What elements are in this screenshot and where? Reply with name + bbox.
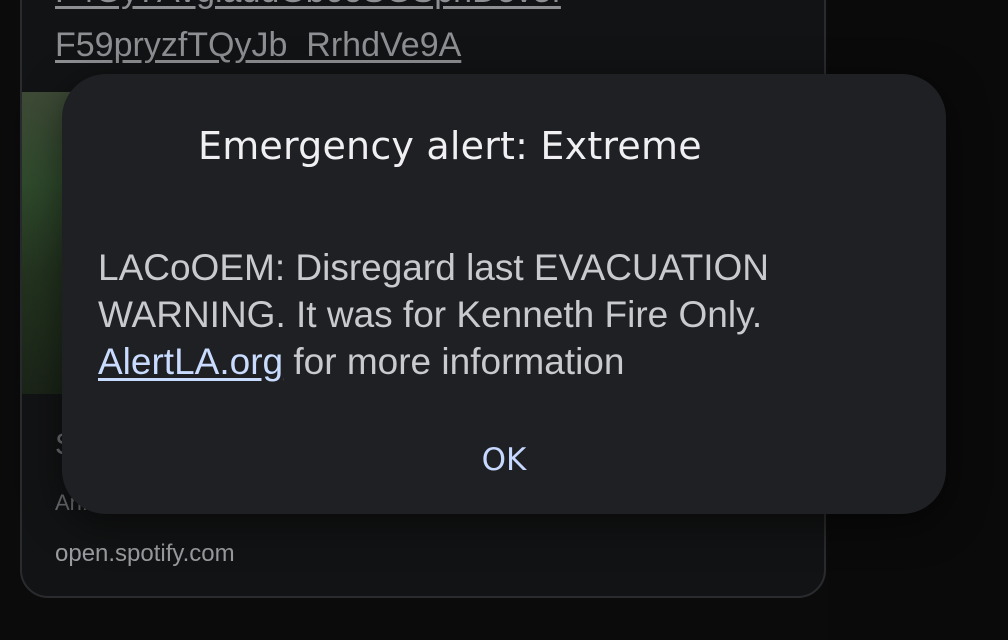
- ok-button[interactable]: OK: [452, 430, 556, 490]
- preview-domain: open.spotify.com: [55, 540, 235, 567]
- message-link-line-2[interactable]: F59pryzfTQyJb_RrhdVe9A: [55, 26, 461, 65]
- dialog-title: Emergency alert: Extreme: [198, 124, 702, 168]
- emergency-alert-dialog: Emergency alert: Extreme LACoOEM: Disreg…: [62, 74, 946, 514]
- alert-message-suffix: for more information: [283, 341, 625, 382]
- message-link-line-1[interactable]: F4Gy7AvgladdGb6oSGSphDev8f: [55, 0, 561, 11]
- dialog-message: LACoOEM: Disregard last EVACUATION WARNI…: [98, 244, 878, 385]
- alertla-link[interactable]: AlertLA.org: [98, 341, 283, 382]
- alert-message-text: LACoOEM: Disregard last EVACUATION WARNI…: [98, 247, 769, 335]
